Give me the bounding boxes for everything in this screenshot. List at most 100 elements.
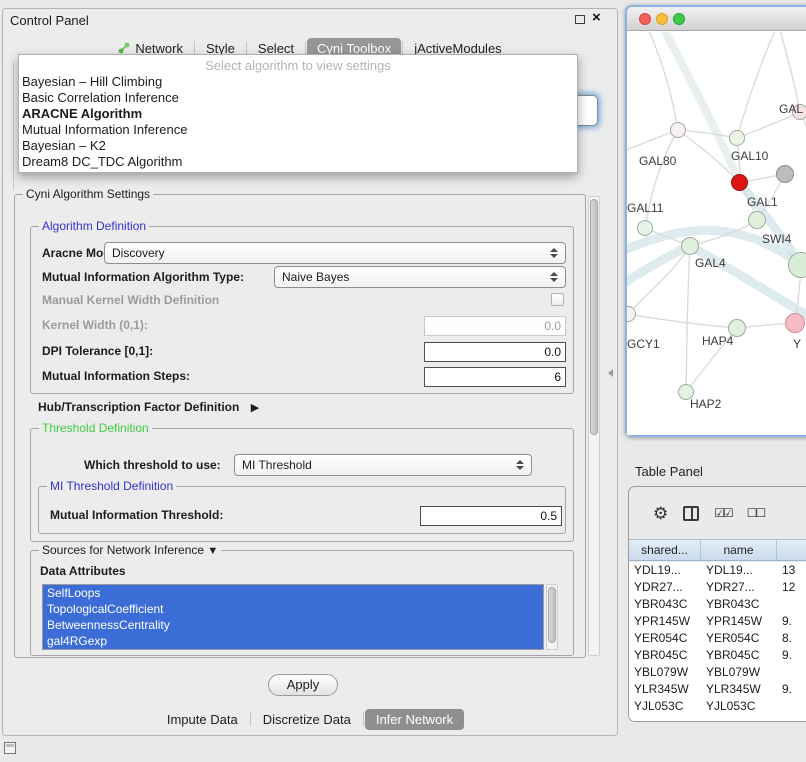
tab-infer-network[interactable]: Infer Network	[365, 709, 464, 730]
table-row[interactable]: YBL079WYBL079W	[629, 664, 806, 681]
table-row[interactable]: YER054CYER054C8.	[629, 630, 806, 647]
cell: YER054C	[701, 630, 777, 647]
data-attributes-list[interactable]: SelfLoops TopologicalCoefficient Between…	[42, 584, 544, 650]
cell: YBR045C	[629, 647, 701, 664]
column-header-clipped[interactable]	[777, 540, 806, 560]
network-graph-canvas[interactable]: GAL GAL80 GAL10 GAL11 GAL1 SWI4 GAL4 GCY…	[627, 32, 806, 435]
tab-separator	[402, 41, 403, 55]
table-row[interactable]: YDR27...YDR27...12	[629, 579, 806, 596]
tab-discretize-data[interactable]: Discretize Data	[252, 709, 362, 730]
dpi-tolerance-input[interactable]	[424, 342, 566, 362]
list-item-selected[interactable]: gal4RGexp	[43, 633, 543, 649]
settings-group-title: Cyni Algorithm Settings	[23, 187, 153, 201]
graph-node-pink[interactable]	[785, 313, 805, 333]
tab-separator	[363, 712, 364, 726]
mi-threshold-input[interactable]	[420, 506, 562, 526]
table-row[interactable]: YLR345WYLR345W9.	[629, 681, 806, 698]
table-row[interactable]: YBR043CYBR043C	[629, 596, 806, 613]
table-settings-gear-icon[interactable]: ⚙	[653, 505, 668, 522]
mi-threshold-definition-title: MI Threshold Definition	[47, 479, 176, 493]
node-label: SWI4	[762, 232, 791, 246]
table-body: YDL19...YDL19...13 YDR27...YDR27...12 YB…	[629, 562, 806, 721]
mi-type-select[interactable]: Naive Bayes	[274, 266, 566, 288]
graph-node-gal4[interactable]	[681, 237, 699, 255]
mi-type-value: Naive Bayes	[282, 270, 349, 284]
graph-node[interactable]	[670, 122, 686, 138]
select-all-columns-icon[interactable]: ☑☑	[714, 506, 732, 520]
algorithm-dropdown-popup: Select algorithm to view settings Bayesi…	[18, 54, 578, 173]
dropdown-item[interactable]: Basic Correlation Inference	[19, 90, 577, 106]
which-threshold-label: Which threshold to use:	[84, 454, 221, 476]
node-label: GAL4	[695, 256, 726, 270]
dropdown-item-selected[interactable]: ARACNE Algorithm	[19, 106, 577, 122]
dropdown-item[interactable]: Bayesian – K2	[19, 138, 577, 154]
column-header-shared-name[interactable]: shared...	[629, 540, 701, 560]
collapsed-panel-icon[interactable]	[4, 742, 16, 754]
tab-separator	[250, 712, 251, 726]
table-columns-icon[interactable]	[683, 506, 699, 521]
table-header-row: shared... name	[629, 539, 806, 561]
data-attributes-label: Data Attributes	[40, 562, 126, 580]
cell: 9.	[777, 647, 806, 664]
graph-node-gray[interactable]	[776, 165, 794, 183]
close-traffic-light-icon[interactable]	[639, 13, 651, 25]
cell: YBR043C	[701, 596, 777, 613]
cell: YLR345W	[701, 681, 777, 698]
cell: 12	[777, 579, 806, 596]
table-row[interactable]: YPR145WYPR145W9.	[629, 613, 806, 630]
kernel-width-label: Kernel Width (0,1):	[42, 315, 148, 335]
graph-node-gal10[interactable]	[731, 174, 748, 191]
mi-steps-input[interactable]	[424, 367, 566, 387]
list-item-selected[interactable]: SelfLoops	[43, 585, 543, 601]
kernel-width-input[interactable]	[424, 316, 566, 336]
which-threshold-value: MI Threshold	[242, 458, 312, 472]
combo-stepper-icon	[516, 460, 524, 470]
apply-button[interactable]: Apply	[268, 674, 338, 696]
combo-stepper-icon	[550, 248, 558, 258]
dropdown-item[interactable]: Bayesian – Hill Climbing	[19, 74, 577, 90]
close-panel-icon[interactable]: ×	[592, 11, 601, 25]
table-row[interactable]: YBR045CYBR045C9.	[629, 647, 806, 664]
zoom-traffic-light-icon[interactable]	[673, 13, 685, 25]
mi-type-label: Mutual Information Algorithm Type:	[42, 266, 244, 288]
aracne-mode-select[interactable]: Discovery	[104, 242, 566, 264]
node-label: HAP4	[702, 334, 733, 348]
settings-scrollbar-thumb[interactable]	[590, 199, 598, 435]
cell: YPR145W	[701, 613, 777, 630]
float-window-icon[interactable]	[575, 15, 585, 24]
minimize-traffic-light-icon[interactable]	[656, 13, 668, 25]
graph-node[interactable]	[729, 130, 745, 146]
cell: 9.	[777, 613, 806, 630]
graph-node-gal11[interactable]	[637, 220, 653, 236]
manual-kernel-checkbox[interactable]	[551, 293, 564, 306]
algorithm-definition-title: Algorithm Definition	[39, 219, 149, 233]
sources-title[interactable]: Sources for Network Inference ▼	[39, 543, 221, 557]
cell: YLR345W	[629, 681, 701, 698]
column-header-name[interactable]: name	[701, 540, 777, 560]
which-threshold-select[interactable]: MI Threshold	[234, 454, 532, 476]
node-label: Y	[793, 337, 801, 351]
network-view-window: GAL GAL80 GAL10 GAL11 GAL1 SWI4 GAL4 GCY…	[625, 5, 806, 437]
deselect-all-columns-icon[interactable]: ☐☐	[747, 506, 765, 520]
dropdown-item[interactable]: Mutual Information Inference	[19, 122, 577, 138]
network-window-titlebar[interactable]	[627, 7, 806, 31]
hub-section-text: Hub/Transcription Factor Definition	[38, 400, 239, 414]
table-row[interactable]: YJL053CYJL053C	[629, 698, 806, 715]
dropdown-item[interactable]: Dream8 DC_TDC Algorithm	[19, 154, 577, 170]
tab-impute-data[interactable]: Impute Data	[156, 709, 249, 730]
node-label: GAL80	[639, 154, 676, 168]
list-item-selected[interactable]: BetweennessCentrality	[43, 617, 543, 633]
settings-scrollbar[interactable]	[588, 196, 600, 656]
hub-section-label[interactable]: Hub/Transcription Factor Definition ▶	[38, 398, 259, 417]
cell: 9.	[777, 681, 806, 698]
sources-collapse-icon[interactable]: ▼	[207, 545, 218, 557]
cell	[777, 664, 806, 681]
cell	[777, 596, 806, 613]
list-item-selected[interactable]: TopologicalCoefficient	[43, 601, 543, 617]
attributes-list-scrollbar[interactable]	[546, 584, 558, 650]
splitpane-collapse-arrow[interactable]	[608, 369, 613, 377]
table-row[interactable]: YDL19...YDL19...13	[629, 562, 806, 579]
attributes-list-scrollbar-thumb[interactable]	[548, 587, 556, 643]
hub-expander-icon[interactable]: ▶	[251, 402, 259, 414]
graph-node-gal1[interactable]	[748, 211, 766, 229]
